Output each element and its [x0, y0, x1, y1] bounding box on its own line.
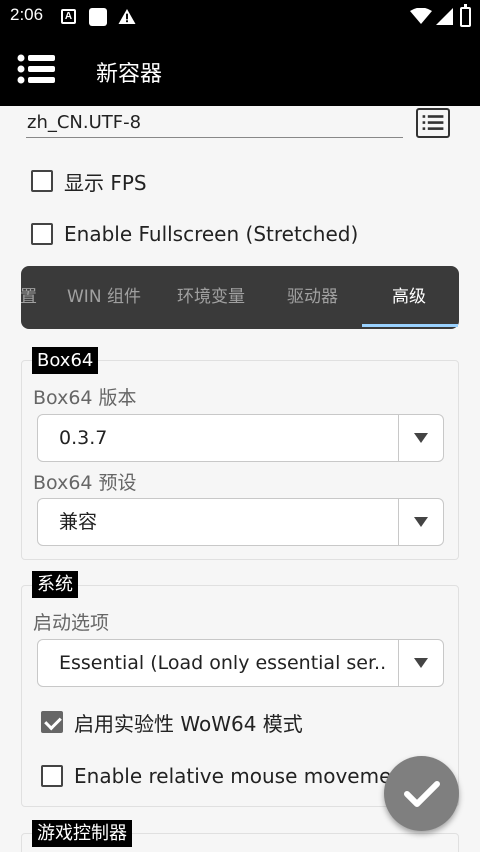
status-bar: 2:06 A — [0, 0, 480, 34]
battery-icon — [460, 4, 471, 27]
fullscreen-checkbox[interactable] — [31, 223, 53, 245]
show-fps-checkbox[interactable] — [31, 170, 53, 192]
select-divider — [398, 499, 399, 545]
box64-preset-label: Box64 预设 — [33, 472, 137, 494]
dropdown-arrow-icon — [414, 517, 428, 527]
checkmark-icon — [404, 781, 440, 807]
box64-version-value: 0.3.7 — [59, 427, 108, 449]
locale-field[interactable]: zh_CN.UTF-8 — [26, 108, 403, 138]
wow64-checkbox[interactable] — [41, 711, 63, 733]
startup-options-label: 启动选项 — [33, 612, 110, 634]
tab-indicator — [362, 324, 458, 327]
show-fps-checkbox-row[interactable]: 显示 FPS — [31, 166, 147, 196]
menu-icon[interactable] — [17, 52, 57, 86]
status-time: 2:06 — [10, 5, 44, 24]
startup-options-select[interactable]: Essential (Load only essential ser.. — [37, 639, 444, 687]
wow64-checkbox-row[interactable]: 启用实验性 WoW64 模式 — [41, 707, 303, 737]
wow64-label: 启用实验性 WoW64 模式 — [74, 711, 303, 736]
show-fps-label: 显示 FPS — [64, 170, 147, 195]
game-controller-section-tag: 游戏控制器 — [32, 820, 132, 847]
tab-settings-partial[interactable]: 置 — [21, 266, 37, 329]
tab-env-vars[interactable]: 环境变量 — [177, 266, 245, 329]
relative-mouse-checkbox-row[interactable]: Enable relative mouse movement — [41, 761, 412, 791]
notification-a-icon: A — [61, 9, 76, 24]
select-divider — [398, 640, 399, 686]
page-title: 新容器 — [96, 62, 163, 87]
warning-icon — [118, 8, 136, 25]
dropdown-arrow-icon — [414, 433, 428, 443]
relative-mouse-label: Enable relative mouse movement — [74, 764, 412, 788]
box64-version-label: Box64 版本 — [33, 387, 137, 409]
fullscreen-label: Enable Fullscreen (Stretched) — [64, 222, 359, 246]
system-section-tag: 系统 — [32, 571, 78, 598]
app-bar: 新容器 — [0, 34, 480, 106]
box64-preset-value: 兼容 — [59, 511, 98, 533]
box64-section-tag: Box64 — [32, 347, 99, 374]
tab-drives[interactable]: 驱动器 — [287, 266, 338, 329]
relative-mouse-checkbox[interactable] — [41, 765, 63, 787]
startup-options-value: Essential (Load only essential ser.. — [59, 652, 387, 674]
tab-bar: 置 WIN 组件 环境变量 驱动器 高级 — [21, 266, 459, 329]
dropdown-arrow-icon — [414, 658, 428, 668]
cell-signal-icon — [436, 8, 453, 25]
confirm-fab-button[interactable] — [384, 756, 459, 831]
tab-advanced[interactable]: 高级 — [392, 266, 426, 329]
wifi-icon — [410, 8, 432, 24]
box64-version-select[interactable]: 0.3.7 — [37, 414, 444, 462]
tab-win-components[interactable]: WIN 组件 — [67, 266, 141, 329]
fullscreen-checkbox-row[interactable]: Enable Fullscreen (Stretched) — [31, 219, 358, 249]
list-icon[interactable] — [416, 108, 450, 138]
box64-preset-select[interactable]: 兼容 — [37, 498, 444, 546]
notification-square-icon — [89, 8, 107, 26]
select-divider — [398, 415, 399, 461]
